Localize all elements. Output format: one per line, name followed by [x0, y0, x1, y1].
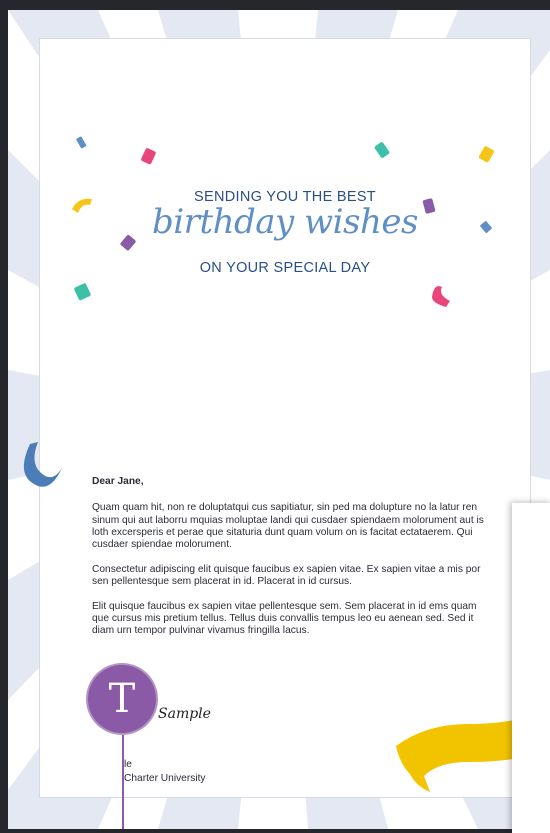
side-panel — [512, 503, 550, 833]
paragraph-2: Consectetur adipiscing elit quisque fauc… — [92, 563, 481, 588]
blue-ribbon — [23, 442, 62, 487]
paragraph-1: Quam quam hit, non re doluptatqui cus sa… — [92, 502, 484, 551]
handwritten-signature: Sample — [158, 706, 211, 722]
greeting: Dear Jane, — [92, 476, 144, 487]
paragraph-3: Elit quisque faucibus ex sapien vitae pe… — [92, 600, 477, 637]
user-avatar[interactable]: T — [86, 663, 158, 735]
letter-body: Dear Jane, Quam quam hit, non re dolupta… — [92, 476, 484, 650]
signer-organization: Charter University — [124, 773, 206, 784]
avatar-connector-line — [122, 722, 124, 829]
signer-name: le — [124, 759, 132, 770]
heading-bottom: ON YOUR SPECIAL DAY — [199, 260, 371, 276]
heading-script: birthday wishes — [152, 202, 418, 242]
